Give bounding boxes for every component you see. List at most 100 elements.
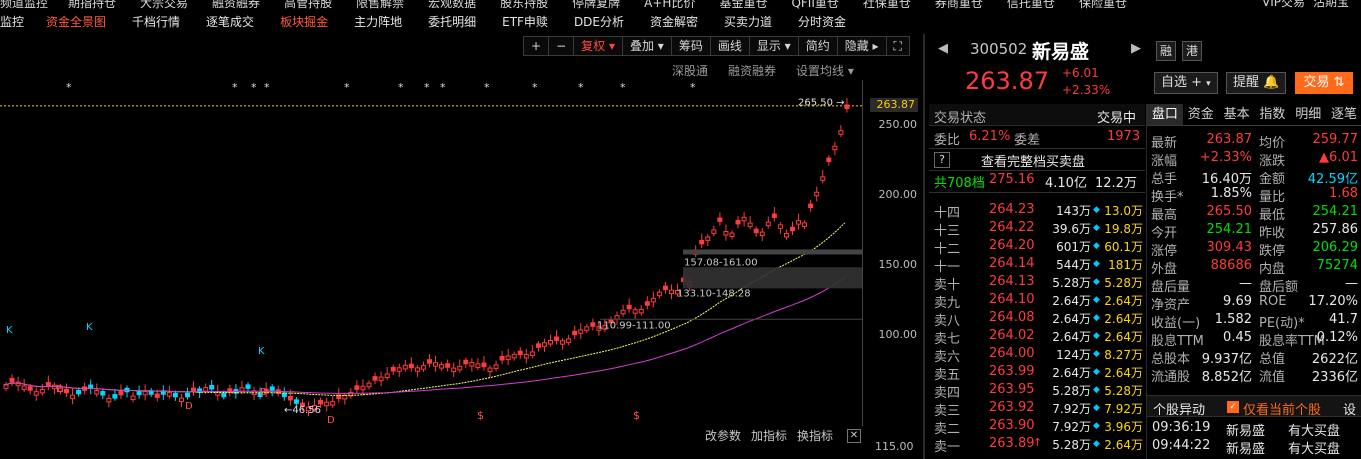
top-menu-item[interactable]: 频道监控 [0,0,48,11]
chart-toolbar-button[interactable]: 叠加 ▾ [621,36,671,56]
top-menu-item[interactable]: 高管持股 [284,0,332,11]
alert-row[interactable]: 09:44:22 新易盛 有大买盘 [1152,438,1361,457]
stats-tab[interactable]: 基本 [1219,104,1255,125]
trade-button[interactable]: 交易 ⇅ [1295,72,1353,94]
price-axis-label: 200.00 [878,188,918,202]
secondary-menu-item[interactable]: 逐笔成交 [206,13,254,30]
top-menu-item[interactable]: 期指持仓 [68,0,116,11]
candle-body [360,385,366,391]
full-depth-link[interactable]: 查看完整档买卖盘 [981,151,1085,170]
stats-tab[interactable]: 盘口 [1147,104,1183,125]
watchlist-button[interactable]: 自选 + ▾ [1154,72,1218,94]
ask-level-row[interactable]: 卖八 264.08 2.64万 ◆ 2.64万 [929,310,1145,329]
ask-level-row[interactable]: 十一 264.14 544万 ◆ 181万 [929,256,1145,275]
ask-level-row[interactable]: 卖七 264.02 2.64万 ◆ 2.64万 [929,328,1145,347]
stats-value: 1.85% [1210,186,1252,201]
chart-sublink[interactable]: 设置均线 ▾ [796,62,854,79]
secondary-menu-item[interactable]: 资金解密 [650,13,698,30]
indicator-toolbar-button[interactable]: 换指标 [797,427,833,444]
top-menu-item[interactable]: 券商重仓 [935,0,983,11]
ask-level-row[interactable]: 卖九 264.10 2.64万 ◆ 2.64万 [929,292,1145,311]
candle-body [106,397,112,403]
secondary-menu-item[interactable]: DDE分析 [574,13,624,30]
ask-level-row[interactable]: 卖十 264.13 5.28万 ◆ 5.28万 [929,274,1145,293]
stats-tab[interactable]: 资金 [1183,104,1219,125]
chart-sublink[interactable]: 融资融券 [728,62,776,79]
top-menu-right-item[interactable]: 沽期宝 [1313,0,1349,11]
top-menu-right-item[interactable]: VIP交易 [1262,0,1305,11]
chart-toolbar-button[interactable]: 复权 ▾ [573,36,622,56]
secondary-menu-item[interactable]: 千档行情 [132,13,180,30]
top-menu-item[interactable]: 信托重仓 [1007,0,1055,11]
ask-level-price: 264.14 [989,256,1035,271]
secondary-menu-item[interactable]: 监控 [0,13,24,30]
stats-tab[interactable]: 指数 [1254,104,1290,125]
ask-level-row[interactable]: 十三 264.22 39.6万 ◆ 19.8万 [929,220,1145,239]
top-menu-item[interactable]: 限售解禁 [356,0,404,11]
chart-toolbar-button[interactable]: − [548,36,574,56]
chart-toolbar-button[interactable]: 画线 [709,36,749,56]
indicator-toolbar-button[interactable]: 改参数 [705,427,741,444]
top-menu-item[interactable]: 股东持股 [500,0,548,11]
top-menu-row: 频道监控 期指持仓 大宗交易 融资融券 高管持股 限售解禁 宏观数据 股东持股 停牌复牌 A+H比… [0,0,1260,11]
top-menu-item[interactable]: QFII重仓 [791,0,838,11]
alert-row[interactable]: 09:36:19 新易盛 有大买盘 [1152,420,1361,439]
prev-stock-icon[interactable]: ◀ [938,41,948,56]
secondary-menu-item[interactable]: 主力阵地 [354,13,402,30]
chart-toolbar-button[interactable]: 隐藏 ▸ [836,36,886,56]
secondary-menu-item[interactable]: ETF申赎 [502,13,548,30]
ask-level-row[interactable]: 卖一 263.89 ↑ 5.28万 ◆ 2.64万 [929,436,1145,455]
chart-toolbar-button[interactable]: + [523,36,549,56]
top-menu-item[interactable]: 融资融券 [212,0,260,11]
close-indicator-icon[interactable]: ✕ [847,429,861,443]
stats-tab[interactable]: 明细 [1290,104,1326,125]
indicator-toolbar-button[interactable]: 加指标 [751,427,787,444]
stats-value: 16.40万 [1201,172,1252,187]
top-menu-item[interactable]: 大宗交易 [140,0,188,11]
ask-level-row[interactable]: 卖四 263.95 5.28万 ◆ 5.28万 [929,382,1145,401]
only-current-label[interactable]: 仅看当前个股 [1243,399,1321,418]
chart-sublink[interactable]: 深股通 [672,62,708,79]
margin-tag-button[interactable]: 融 [1156,41,1176,61]
alert-event: 有大买盘 [1288,442,1341,457]
top-menu-item[interactable]: 基金重仓 [719,0,767,11]
dollar-marker: $ [477,409,484,422]
chart-toolbar-button[interactable]: 简约 [797,36,837,56]
ask-level-row[interactable]: 卖三 263.92 7.92万 ◆ 7.92万 [929,400,1145,419]
chart-toolbar-button[interactable]: 显示 ▾ [748,36,798,56]
secondary-menu-item[interactable]: 买卖力道 [724,13,772,30]
stats-row: 今开 254.21 昨收 257.86 [1147,222,1361,241]
help-icon[interactable]: ? [934,152,950,168]
top-menu-item[interactable]: A+H比价 [644,0,695,11]
alert-settings-button[interactable]: 设 [1343,399,1356,418]
checkbox-checked-icon[interactable]: ✓ [1227,401,1239,413]
top-menu-item[interactable]: 宏观数据 [428,0,476,11]
ask-level-row[interactable]: 卖六 264.00 124万 ◆ 8.27万 [929,346,1145,365]
secondary-menu-item[interactable]: 委托明细 [428,13,476,30]
kline-chart[interactable]: 157.08-161.00 133.10-148.28 110.99-111.00 2… [0,80,921,426]
ask-level-row[interactable]: 卖二 263.90 7.92万 ◆ 3.96万 [929,418,1145,437]
top-menu-item[interactable]: 保险重仓 [1079,0,1127,11]
secondary-menu-item[interactable]: 板块掘金 [280,13,328,30]
stats-tab[interactable]: 逐笔 [1326,104,1361,125]
chart-toolbar-button[interactable]: ⛶ [885,36,910,56]
secondary-menu-item[interactable]: 资金全景图 [46,13,106,30]
top-menu-item[interactable]: 停牌复牌 [572,0,620,11]
ask-level-row[interactable]: 十二 264.20 601万 ◆ 60.1万 [929,238,1145,257]
candle-body [142,390,148,396]
full-depth-row[interactable]: ? 查看完整档买卖盘 [929,151,1145,170]
ask-level-volume: 2.64万 [1052,330,1091,344]
alert-button[interactable]: 提醒 🔔 [1226,72,1287,94]
secondary-menu-item[interactable]: 分时资金 [798,13,846,30]
dollar-marker: $ [633,409,640,422]
ask-level-row[interactable]: 十四 264.23 143万 ◆ 13.0万 [929,202,1145,221]
top-menu-item[interactable]: 社保重仓 [863,0,911,11]
ask-level-row[interactable]: 卖五 263.99 2.64万 ◆ 2.64万 [929,364,1145,383]
hk-connect-tag-button[interactable]: 港 [1182,41,1202,61]
chart-toolbar-button[interactable]: 筹码 [670,36,710,56]
next-stock-icon[interactable]: ▶ [1131,41,1141,56]
candle-body [499,355,505,361]
event-star-marker: * [251,81,257,94]
ask-level-price: 263.89 [989,436,1035,451]
stats-value: — [1345,276,1358,291]
